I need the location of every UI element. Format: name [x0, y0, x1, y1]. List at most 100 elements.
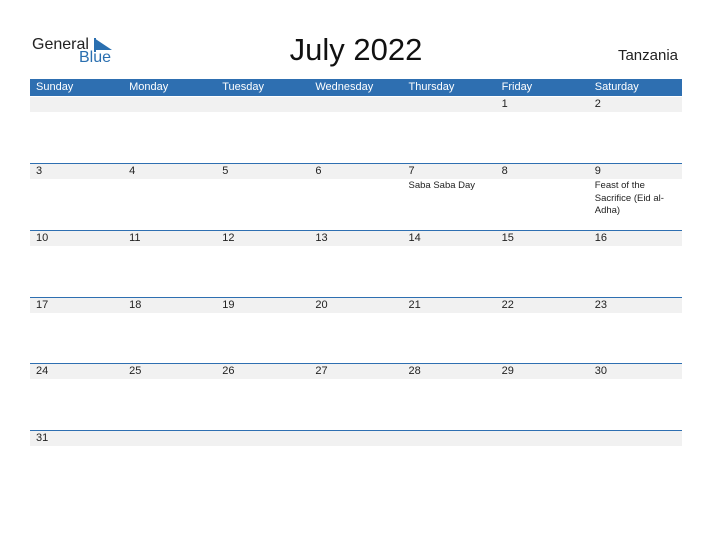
week-row: 17 18 19 20 21 22 23	[30, 297, 682, 313]
weekday-saturday: Saturday	[594, 81, 639, 93]
day-number	[222, 97, 309, 112]
week-cells: 12	[30, 97, 682, 112]
day-cell[interactable]: 29	[496, 364, 589, 379]
day-cell[interactable]: 5	[216, 164, 309, 218]
day-number: 8	[501, 165, 508, 177]
week-row: 24 25 26 27 28 29 30	[30, 363, 682, 379]
day-number	[409, 97, 496, 112]
week-cells: 17 18 19 20 21 22 23	[30, 298, 682, 313]
day-cell[interactable]: 2	[589, 97, 682, 112]
week-cells: 24 25 26 27 28 29 30	[30, 364, 682, 379]
day-cell[interactable]: 28	[403, 364, 496, 379]
day-number: 24	[36, 365, 49, 377]
week-row: 31	[30, 430, 682, 446]
week-cells: 3 4 5 6 7 Saba Saba Day 8 9 Feast of the Sacrifi…	[30, 164, 682, 218]
day-number: 16	[594, 232, 607, 244]
day-cell[interactable]: 31	[30, 431, 123, 446]
day-number: 1	[501, 98, 508, 110]
day-cell[interactable]: 4	[123, 164, 216, 218]
day-cell[interactable]	[403, 431, 496, 446]
day-cell[interactable]	[403, 97, 496, 112]
day-number	[129, 97, 216, 112]
week-cells: 31	[30, 431, 682, 446]
country-label: Tanzania	[617, 47, 678, 64]
day-cell[interactable]	[309, 431, 402, 446]
day-cell[interactable]	[123, 97, 216, 112]
weekday-friday: Friday	[501, 81, 533, 93]
day-cell[interactable]	[216, 97, 309, 112]
day-number: 26	[222, 365, 235, 377]
day-number: 18	[129, 299, 142, 311]
day-cell[interactable]: 20	[309, 298, 402, 313]
day-cell[interactable]: 19	[216, 298, 309, 313]
day-number: 31	[36, 432, 49, 444]
day-number: 28	[408, 365, 421, 377]
day-number: 20	[315, 299, 328, 311]
day-cell[interactable]: 15	[496, 231, 589, 246]
weekday-thursday: Thursday	[408, 81, 455, 93]
day-number: 17	[36, 299, 49, 311]
page-title: July 2022	[289, 32, 423, 67]
day-number: 27	[315, 365, 328, 377]
day-number	[502, 431, 589, 446]
day-cell[interactable]	[123, 431, 216, 446]
day-number: 23	[594, 299, 607, 311]
day-number	[315, 97, 402, 112]
holiday-label: Feast of the Sacrifice (Eid al-Adha)	[594, 180, 664, 216]
day-number: 29	[501, 365, 514, 377]
day-number: 19	[222, 299, 235, 311]
day-cell[interactable]: 26	[216, 364, 309, 379]
day-cell[interactable]: 14	[403, 231, 496, 246]
day-cell[interactable]: 30	[589, 364, 682, 379]
day-number	[595, 431, 682, 446]
day-cell[interactable]	[309, 97, 402, 112]
day-cell[interactable]: 10	[30, 231, 123, 246]
day-number: 9	[594, 165, 601, 177]
day-cell[interactable]: 16	[589, 231, 682, 246]
day-cell[interactable]	[30, 97, 123, 112]
day-number	[409, 431, 496, 446]
day-cell[interactable]: 22	[496, 298, 589, 313]
day-cell[interactable]: 6	[309, 164, 402, 218]
day-number	[129, 431, 216, 446]
day-cell[interactable]: 1	[496, 97, 589, 112]
day-cell[interactable]: 9 Feast of the Sacrifice (Eid al-Adha)	[589, 164, 682, 218]
day-cell[interactable]: 27	[309, 364, 402, 379]
day-cell[interactable]	[216, 431, 309, 446]
day-cell[interactable]: 8	[496, 164, 589, 218]
day-cell[interactable]: 13	[309, 231, 402, 246]
day-number: 12	[222, 232, 235, 244]
day-cell[interactable]: 23	[589, 298, 682, 313]
day-number: 15	[501, 232, 514, 244]
weekday-header: Sunday Monday Tuesday Wednesday Thursday…	[30, 79, 682, 96]
day-cell[interactable]	[496, 431, 589, 446]
day-cell[interactable]: 7 Saba Saba Day	[403, 164, 496, 218]
holiday-label: Saba Saba Day	[408, 180, 476, 191]
day-cell[interactable]: 21	[403, 298, 496, 313]
day-cell[interactable]: 11	[123, 231, 216, 246]
weekday-monday: Monday	[129, 81, 169, 93]
day-number	[36, 97, 123, 112]
weekday-wednesday: Wednesday	[315, 81, 374, 93]
day-number: 22	[501, 299, 514, 311]
week-row: 10 11 12 13 14 15 16	[30, 230, 682, 246]
day-number: 11	[129, 232, 141, 244]
day-number	[222, 431, 309, 446]
day-number: 25	[129, 365, 142, 377]
day-cell[interactable]: 25	[123, 364, 216, 379]
weekday-tuesday: Tuesday	[222, 81, 265, 93]
day-number: 2	[594, 98, 601, 110]
day-number: 13	[315, 232, 328, 244]
week-row: 3 4 5 6 7 Saba Saba Day 8 9 Feast of the Sacrifi…	[30, 163, 682, 216]
day-number: 30	[594, 365, 607, 377]
day-number: 6	[315, 165, 322, 177]
day-cell[interactable]: 3	[30, 164, 123, 218]
day-cell[interactable]: 18	[123, 298, 216, 313]
day-cell[interactable]: 17	[30, 298, 123, 313]
day-cell[interactable]: 12	[216, 231, 309, 246]
day-number: 3	[36, 165, 43, 177]
day-cell[interactable]: 24	[30, 364, 123, 379]
day-number: 14	[408, 232, 421, 244]
day-number: 10	[36, 232, 49, 244]
day-cell[interactable]	[589, 431, 682, 446]
